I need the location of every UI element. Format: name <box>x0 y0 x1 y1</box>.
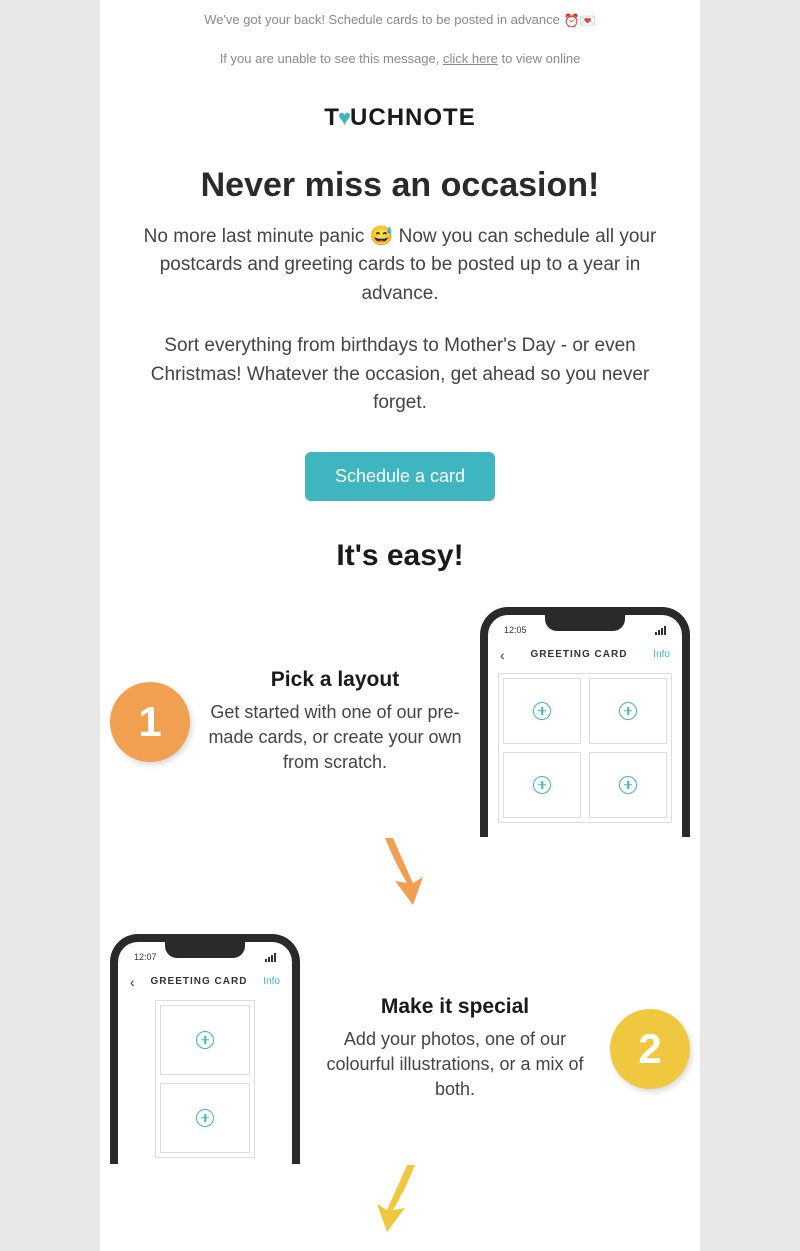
card-cell <box>589 752 667 818</box>
preheader-text: We've got your back! Schedule cards to b… <box>204 12 563 27</box>
card-cell <box>503 752 581 818</box>
view-online-suffix: to view online <box>498 51 580 66</box>
phone-header-title-2: GREETING CARD <box>151 976 248 987</box>
cta-wrap: Schedule a card <box>100 444 700 529</box>
phone-mockup-2: 12:07 ‹ GREETING CARD Info <box>110 934 300 1164</box>
view-online-prefix: If you are unable to see this message, <box>220 51 443 66</box>
phone-header-title-1: GREETING CARD <box>531 649 628 660</box>
phone-notch-icon <box>545 615 625 631</box>
plus-icon <box>196 1109 214 1127</box>
back-icon: ‹ <box>500 647 505 663</box>
step-title-2: Make it special <box>318 995 592 1019</box>
card-layout-grid <box>498 673 672 823</box>
phone-screen-1: 12:05 ‹ GREETING CARD Info <box>488 615 682 837</box>
hero-paragraph-1: No more last minute panic 😅 Now you can … <box>130 223 670 309</box>
phone-time-1: 12:05 <box>504 625 527 635</box>
phone-notch-icon <box>165 942 245 958</box>
view-online-bar: If you are unable to see this message, c… <box>100 41 700 80</box>
card-cell <box>589 678 667 744</box>
card-cell <box>160 1083 250 1153</box>
signal-icon <box>655 625 666 635</box>
step-number-1: 1 <box>138 698 161 746</box>
logo-part2: UCHNOTE <box>350 104 476 132</box>
phone-header-1: ‹ GREETING CARD Info <box>498 643 672 673</box>
hero-title: Never miss an occasion! <box>100 152 700 223</box>
signal-icon <box>265 952 276 962</box>
card-cell <box>503 678 581 744</box>
sweat-smile-emoji-icon: 😅 <box>370 226 394 247</box>
phone-time-2: 12:07 <box>134 952 157 962</box>
hero-body: No more last minute panic 😅 Now you can … <box>100 223 700 444</box>
view-online-link[interactable]: click here <box>443 51 498 66</box>
step-badge-2: 2 <box>610 1009 690 1089</box>
card-cell <box>160 1005 250 1075</box>
phone-header-2: ‹ GREETING CARD Info <box>128 970 282 1000</box>
step-badge-1: 1 <box>110 682 190 762</box>
easy-title: It's easy! <box>100 529 700 597</box>
plus-icon <box>619 702 637 720</box>
email-container: We've got your back! Schedule cards to b… <box>100 0 700 1251</box>
step-text-2: Make it special Add your photos, one of … <box>310 995 600 1103</box>
back-icon: ‹ <box>130 974 135 990</box>
plus-icon <box>533 702 551 720</box>
card-layout-stack <box>155 1000 255 1158</box>
preheader-bar: We've got your back! Schedule cards to b… <box>100 0 700 41</box>
step-desc-1: Get started with one of our pre-made car… <box>208 700 462 776</box>
step-row-2: 12:07 ‹ GREETING CARD Info Make it speci… <box>100 924 700 1174</box>
plus-icon <box>196 1031 214 1049</box>
hero-paragraph-2: Sort everything from birthdays to Mother… <box>130 332 670 418</box>
step-number-2: 2 <box>638 1025 661 1073</box>
logo-wrap: T♥UCHNOTE <box>100 80 700 152</box>
step-desc-2: Add your photos, one of our colourful il… <box>318 1027 592 1103</box>
phone-mockup-1: 12:05 ‹ GREETING CARD Info <box>480 607 690 837</box>
phone-info-2: Info <box>263 976 280 987</box>
step-row-1: 1 Pick a layout Get started with one of … <box>100 597 700 847</box>
plus-icon <box>533 776 551 794</box>
step-title-1: Pick a layout <box>208 668 462 692</box>
preheader-emoji: ⏰💌 <box>563 13 595 29</box>
brand-logo: T♥UCHNOTE <box>324 104 475 132</box>
plus-icon <box>619 776 637 794</box>
hero-p1-a: No more last minute panic <box>144 226 370 247</box>
schedule-card-button[interactable]: Schedule a card <box>305 452 495 501</box>
phone-info-1: Info <box>653 649 670 660</box>
phone-screen-2: 12:07 ‹ GREETING CARD Info <box>118 942 292 1164</box>
step-text-1: Pick a layout Get started with one of ou… <box>200 668 470 776</box>
